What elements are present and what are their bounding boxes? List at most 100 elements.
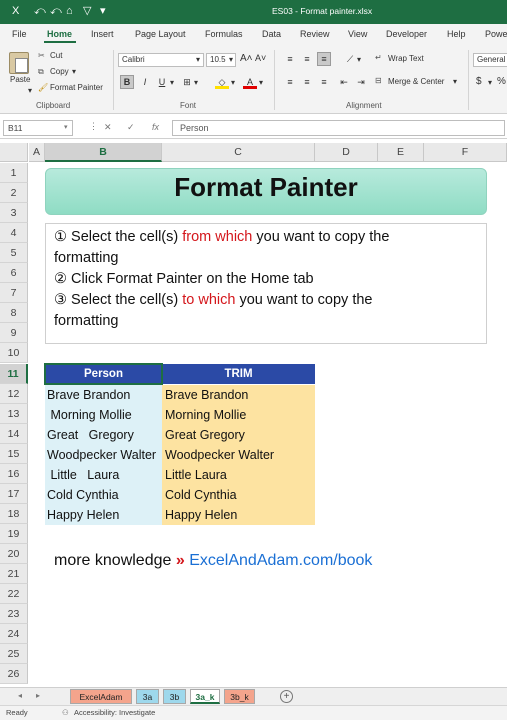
tab-formulas[interactable]: Formulas <box>205 29 243 39</box>
tab-help[interactable]: Help <box>447 29 466 39</box>
row-header[interactable]: 8 <box>0 303 28 323</box>
row-header[interactable]: 21 <box>0 564 28 584</box>
row-header[interactable]: 1 <box>0 163 28 183</box>
number-format-select[interactable]: General <box>473 53 507 67</box>
align-middle-icon[interactable]: ≡ <box>300 52 314 66</box>
column-header-c[interactable]: C <box>162 143 315 162</box>
orientation-icon[interactable]: ⟋ <box>343 52 357 66</box>
row-header[interactable]: 4 <box>0 223 28 243</box>
font-color-icon[interactable]: A <box>243 75 257 89</box>
trim-cell[interactable]: Little Laura <box>162 465 315 485</box>
trim-cell[interactable]: Great Gregory <box>162 425 315 445</box>
row-header[interactable]: 23 <box>0 604 28 624</box>
cut-button[interactable]: Cut <box>50 51 62 60</box>
next-sheet-icon[interactable]: ▸ <box>36 691 40 700</box>
font-name-dropdown-icon[interactable]: ▾ <box>196 55 200 64</box>
column-header-a[interactable]: A <box>29 143 45 162</box>
font-size-dropdown-icon[interactable]: ▾ <box>229 55 233 64</box>
row-header[interactable]: 5 <box>0 243 28 263</box>
row-header[interactable]: 18 <box>0 504 28 524</box>
redo-icon[interactable]: ⤺ <box>50 5 62 17</box>
person-cell[interactable]: Little Laura <box>45 465 162 485</box>
percent-icon[interactable]: % <box>497 76 506 87</box>
copy-dropdown-icon[interactable]: ▾ <box>72 67 76 76</box>
sheet-tab-active[interactable]: 3a_k <box>190 689 220 704</box>
italic-button[interactable]: I <box>138 75 152 89</box>
sheet-tab[interactable]: 3b_k <box>224 689 255 704</box>
row-header[interactable]: 16 <box>0 464 28 484</box>
person-cell[interactable]: Cold Cynthia <box>45 485 162 505</box>
align-center-icon[interactable]: ≡ <box>300 75 314 89</box>
trim-cell[interactable]: Happy Helen <box>162 505 315 525</box>
row-header[interactable]: 15 <box>0 444 28 464</box>
row-header[interactable]: 26 <box>0 664 28 684</box>
sheet-tab[interactable]: 3a <box>136 689 159 704</box>
row-header[interactable]: 25 <box>0 644 28 664</box>
currency-dropdown-icon[interactable]: ▾ <box>488 78 492 87</box>
row-header[interactable]: 22 <box>0 584 28 604</box>
tab-view[interactable]: View <box>348 29 367 39</box>
align-bottom-icon[interactable]: ≡ <box>317 52 331 66</box>
row-header[interactable]: 6 <box>0 263 28 283</box>
formula-bar-options-icon[interactable]: ⋮ <box>89 121 98 132</box>
name-box[interactable]: B11 <box>3 120 73 136</box>
increase-indent-icon[interactable]: ⇥ <box>354 75 368 89</box>
row-header[interactable]: 24 <box>0 624 28 644</box>
borders-icon[interactable]: ⊞ <box>180 75 194 89</box>
row-header[interactable]: 12 <box>0 384 28 404</box>
paste-icon[interactable] <box>9 52 29 74</box>
paste-button[interactable]: Paste <box>10 75 30 84</box>
trim-cell[interactable]: Brave Brandon <box>162 385 315 405</box>
row-header[interactable]: 7 <box>0 283 28 303</box>
person-cell[interactable]: Woodpecker Walter <box>45 445 162 465</box>
borders-dropdown-icon[interactable]: ▾ <box>194 78 198 87</box>
fill-color-icon[interactable]: ◇ <box>215 75 229 89</box>
tab-insert[interactable]: Insert <box>91 29 114 39</box>
person-cell[interactable]: Happy Helen <box>45 505 162 525</box>
home-icon[interactable]: ⌂ <box>66 5 73 17</box>
tab-data[interactable]: Data <box>262 29 281 39</box>
align-top-icon[interactable]: ≡ <box>283 52 297 66</box>
add-sheet-icon[interactable]: + <box>280 690 293 703</box>
row-header[interactable]: 20 <box>0 544 28 564</box>
header-cell-trim[interactable]: TRIM <box>162 364 315 384</box>
merge-center-dropdown-icon[interactable]: ▾ <box>453 77 457 86</box>
align-left-icon[interactable]: ≡ <box>283 75 297 89</box>
customize-toolbar-icon[interactable]: ▾ <box>100 5 106 17</box>
select-all-corner[interactable] <box>0 143 28 162</box>
orientation-dropdown-icon[interactable]: ▾ <box>357 55 361 64</box>
person-cell[interactable]: Brave Brandon <box>45 385 162 405</box>
promo-link[interactable]: ExcelAndAdam.com/book <box>189 552 372 569</box>
format-painter-button[interactable]: Format Painter <box>50 83 103 92</box>
formula-input[interactable]: Person <box>172 120 505 136</box>
copy-button[interactable]: Copy <box>50 67 69 76</box>
row-header[interactable]: 14 <box>0 424 28 444</box>
paste-dropdown-icon[interactable]: ▾ <box>28 86 32 95</box>
trim-cell[interactable]: Cold Cynthia <box>162 485 315 505</box>
cancel-icon[interactable]: ✕ <box>104 122 112 133</box>
underline-button[interactable]: U <box>155 75 169 89</box>
font-name-select[interactable]: Calibri <box>118 53 204 67</box>
row-header[interactable]: 10 <box>0 343 28 363</box>
row-header[interactable]: 13 <box>0 404 28 424</box>
undo-icon[interactable]: ⤺ <box>34 5 46 17</box>
accessibility-status[interactable]: Accessibility: Investigate <box>74 706 155 720</box>
font-color-dropdown-icon[interactable]: ▾ <box>259 78 263 87</box>
row-header[interactable]: 9 <box>0 323 28 343</box>
fill-color-dropdown-icon[interactable]: ▾ <box>231 78 235 87</box>
trim-cell[interactable]: Morning Mollie <box>162 405 315 425</box>
wrap-text-button[interactable]: Wrap Text <box>388 54 424 63</box>
person-cell[interactable]: Great Gregory <box>45 425 162 445</box>
tab-home[interactable]: Home <box>47 29 72 39</box>
merge-center-button[interactable]: Merge & Center <box>388 77 444 86</box>
decrease-font-icon[interactable]: A˅ <box>255 53 266 63</box>
tab-power[interactable]: Power <box>485 29 507 39</box>
row-header[interactable]: 2 <box>0 183 28 203</box>
row-header-selected[interactable]: 11 <box>0 364 28 384</box>
sheet-tab[interactable]: 3b <box>163 689 186 704</box>
decrease-indent-icon[interactable]: ⇤ <box>337 75 351 89</box>
underline-dropdown-icon[interactable]: ▾ <box>170 78 174 87</box>
currency-button[interactable]: $ <box>476 76 482 87</box>
insert-function-icon[interactable]: fx <box>152 122 159 132</box>
align-right-icon[interactable]: ≡ <box>317 75 331 89</box>
